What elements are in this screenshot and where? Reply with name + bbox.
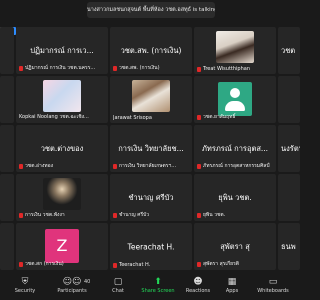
participants-count: 40	[84, 279, 91, 285]
participant-tile[interactable]	[278, 174, 300, 221]
participant-tile[interactable]	[0, 174, 14, 221]
participant-label: วชต.ยาสัมฤทธิ์	[197, 113, 274, 121]
participant-name: วชต.ต่างของ	[40, 143, 84, 153]
participant-grid: ปฏิมากรณ์ การเว... ปฏิมากรณ์ การเงิน วชต…	[0, 27, 300, 277]
muted-mic-icon	[19, 212, 23, 218]
participant-label: วชต.อ่างทอง	[19, 162, 106, 170]
participant-tile[interactable]: วชต.ต่างของ วชต.อ่างทอง	[16, 125, 108, 172]
muted-mic-icon	[197, 212, 201, 218]
reactions-label: Reactions	[185, 288, 211, 294]
apps-icon: ▦	[227, 277, 237, 287]
chat-label: Chat	[112, 288, 124, 294]
participant-tile[interactable]: ภัทรภรณ์ การอุตส... ภัทรภรณ์ การอุตสาหกร…	[194, 125, 276, 172]
participant-name: การเงิน วิทยาลัยช...	[118, 143, 184, 153]
participant-label: สุพัตรา สุรเกียรติ	[197, 260, 274, 268]
participant-tile[interactable]: นงรัตน	[278, 125, 300, 172]
participant-tile[interactable]: การเงิน วิทยาลัยช... การเงิน วิทยาลัยเกษ…	[110, 125, 192, 172]
participant-name: ธนพ	[281, 241, 296, 251]
participant-name: ปฏิมากรณ์ การเว...	[30, 45, 94, 55]
participant-tile[interactable]: ปฏิมากรณ์ การเว... ปฏิมากรณ์ การเงิน วชต…	[16, 27, 108, 74]
participant-tile[interactable]	[0, 125, 14, 172]
meeting-toolbar: ⛨ Security ☺☺ 40 Participants ▢ Chat ⬆ Sh…	[0, 274, 300, 300]
participant-label: Jarawat Srisopa	[113, 115, 152, 121]
active-speaker-banner: นางสาวกมลชนกสุจนต์ พื้นที่ห้อง วชต.อสทุธ…	[87, 2, 215, 18]
participant-tile[interactable]: ยุพิน วชต. ยุพิน วชต.	[194, 174, 276, 221]
muted-mic-icon	[197, 66, 201, 72]
participant-tile[interactable]: Jarawat Srisopa	[110, 76, 192, 123]
share-screen-button[interactable]: ⬆ Share Screen	[138, 276, 178, 298]
apps-label: Apps	[225, 288, 239, 294]
participant-tile[interactable]: การเงิน วชต.พังงา	[16, 174, 108, 221]
muted-mic-icon	[197, 261, 201, 267]
whiteboards-label: Whiteboards	[257, 288, 289, 294]
participant-label: ภัทรภรณ์ การอุตสาหกรรมศิลป์	[197, 162, 274, 170]
participant-tile[interactable]: ธนพ	[278, 223, 300, 270]
participants-label: Participants	[57, 288, 87, 294]
participant-name: ภัทรภรณ์ การอุตส...	[201, 143, 269, 153]
participant-tile[interactable]: วชต.ยาสัมฤทธิ์	[194, 76, 276, 123]
participants-button[interactable]: ☺☺ 40 Participants	[52, 276, 92, 298]
shield-icon: ⛨	[21, 277, 29, 287]
participant-tile[interactable]: Treat Wisutthiphan	[194, 27, 276, 74]
participant-video	[43, 80, 81, 112]
participant-name: ชำนาญ ศรีบัว	[128, 192, 174, 202]
participant-tile[interactable]: Z วชต.สก (การเงิน)	[16, 223, 108, 270]
muted-mic-icon	[19, 163, 23, 169]
participant-tile[interactable]: วชต.สพ. (การเงิน) วชต.สพ. (การเงิน)	[110, 27, 192, 74]
participant-tile[interactable]: Kopkai Noolang วชต.ฉะเชิง...	[16, 76, 108, 123]
muted-mic-icon	[19, 65, 23, 71]
share-screen-label: Share Screen	[141, 288, 175, 294]
participant-tile[interactable]	[0, 76, 14, 123]
chat-icon: ▢	[113, 277, 123, 287]
participant-video	[132, 80, 170, 112]
participant-video	[43, 178, 81, 210]
muted-mic-icon	[113, 262, 117, 268]
share-screen-icon: ⬆	[154, 277, 162, 287]
participant-label: การเงิน วชต.พังงา	[19, 211, 106, 219]
chat-button[interactable]: ▢ Chat	[106, 276, 130, 298]
participant-tile[interactable]: Teerachat H. Teerachat H.	[110, 223, 192, 270]
people-icon: ☺☺ 40	[62, 277, 91, 287]
security-button[interactable]: ⛨ Security	[8, 276, 42, 298]
participant-label: ปฏิมากรณ์ การเงิน วชต.นครร...	[19, 64, 106, 72]
muted-mic-icon	[113, 212, 117, 218]
participant-label: ชำนาญ ศรีบัว	[113, 211, 190, 219]
participant-label: Treat Wisutthiphan	[197, 66, 274, 72]
participant-label: ยุพิน วชต.	[197, 211, 274, 219]
participant-tile[interactable]	[0, 223, 14, 270]
default-avatar-icon	[218, 82, 252, 116]
participant-name: สุพัตรา สุ	[220, 241, 250, 251]
participant-name: วชต.สพ. (การเงิน)	[120, 45, 182, 55]
security-label: Security	[14, 288, 36, 294]
participant-label: วชต.สก (การเงิน)	[19, 260, 106, 268]
muted-mic-icon	[197, 114, 201, 120]
participant-tile[interactable]: วชต	[278, 27, 300, 74]
participant-tile[interactable]: สุพัตรา สุ สุพัตรา สุรเกียรติ	[194, 223, 276, 270]
participant-label: Kopkai Noolang วชต.ฉะเชิง...	[19, 114, 89, 120]
participant-label: Teerachat H.	[113, 262, 190, 268]
reactions-button[interactable]: ☻ Reactions	[182, 276, 214, 298]
participant-name: Teerachat H.	[127, 242, 175, 251]
whiteboard-icon: ▭	[268, 277, 278, 287]
participant-name: ยุพิน วชต.	[218, 192, 252, 202]
whiteboards-button[interactable]: ▭ Whiteboards	[252, 276, 294, 298]
participant-tile[interactable]	[0, 27, 14, 74]
participant-tile[interactable]	[278, 76, 300, 123]
muted-mic-icon	[19, 261, 23, 267]
participant-tile[interactable]: ชำนาญ ศรีบัว ชำนาญ ศรีบัว	[110, 174, 192, 221]
participant-label: วชต.สพ. (การเงิน)	[113, 64, 190, 72]
apps-button[interactable]: ▦ Apps	[220, 276, 244, 298]
muted-mic-icon	[113, 163, 117, 169]
muted-mic-icon	[197, 163, 201, 169]
participant-name: นงรัตน	[281, 143, 300, 153]
participant-name: วชต	[281, 45, 296, 55]
participant-video	[216, 31, 254, 63]
initial-avatar: Z	[45, 229, 79, 263]
smiley-icon: ☻	[193, 277, 203, 287]
muted-mic-icon	[113, 65, 117, 71]
participant-label: การเงิน วิทยาลัยเกษตรฯ...	[113, 162, 190, 170]
